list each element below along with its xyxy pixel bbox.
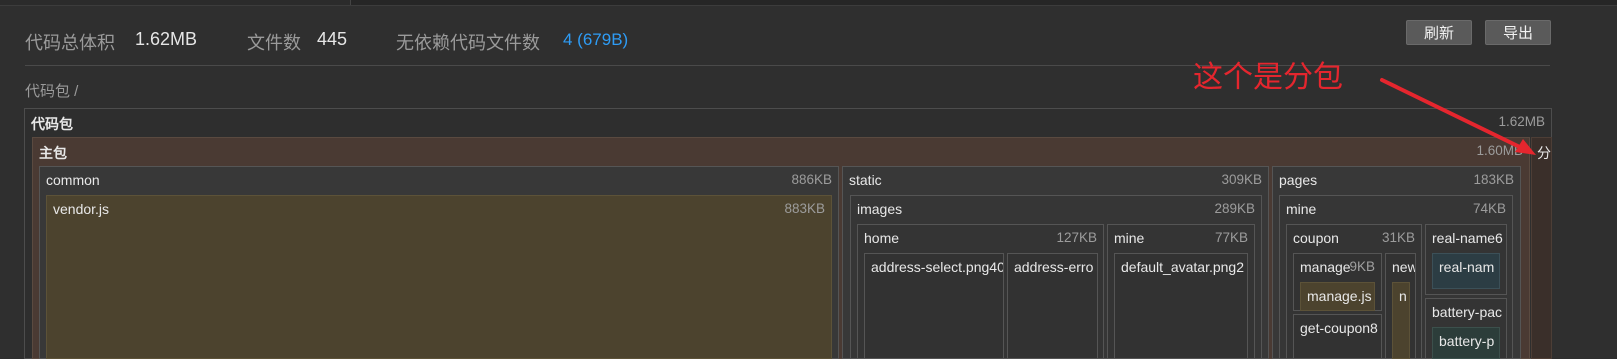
treemap-get-coupon[interactable]: get-coupon8 — [1293, 314, 1382, 359]
treemap-battery-child[interactable]: battery-p — [1432, 327, 1500, 359]
treemap-root-name: 代码包 — [31, 116, 73, 132]
treemap-default-avatar-png[interactable]: default_avatar.png2 — [1114, 253, 1248, 359]
images-name: images — [857, 201, 903, 217]
annotation-text: 这个是分包 — [1193, 61, 1343, 94]
battery-name: battery-pac — [1432, 304, 1503, 320]
static-mine-size: 77KB — [1214, 230, 1248, 245]
address-error-name: address-erro — [1014, 259, 1094, 275]
vendor-js-name: vendor.js — [53, 201, 110, 217]
pages-mine-name: mine — [1286, 201, 1317, 217]
manage-size: 9KB — [1349, 259, 1375, 274]
breadcrumb[interactable]: 代码包 / — [25, 80, 78, 101]
treemap-address-error-png[interactable]: address-erro — [1007, 253, 1098, 359]
static-mine-name: mine — [1114, 230, 1145, 246]
new-child-name: n — [1399, 288, 1407, 304]
pages-size: 183KB — [1473, 172, 1514, 187]
battery-child-name: battery-p — [1439, 333, 1495, 349]
static-size: 309KB — [1221, 172, 1262, 187]
no-dep-label: 无依赖代码文件数 — [396, 33, 540, 53]
pages-mine-size: 74KB — [1472, 201, 1506, 216]
refresh-button[interactable]: 刷新 — [1406, 20, 1472, 45]
get-coupon-name: get-coupon8 — [1300, 320, 1378, 336]
new-name: new — [1392, 259, 1416, 275]
annotation-arrow-icon — [1380, 78, 1536, 155]
treemap-vendor-js[interactable]: vendor.js 883KB — [46, 195, 832, 359]
no-dep-value-link[interactable]: 4 (679B) — [563, 30, 628, 50]
static-name: static — [849, 172, 882, 188]
manage-name: manage — [1300, 259, 1351, 275]
treemap-manage-js[interactable]: manage.js — [1300, 282, 1375, 311]
top-strip — [0, 0, 1617, 6]
pages-name: pages — [1279, 172, 1318, 188]
coupon-name: coupon — [1293, 230, 1339, 246]
common-size: 886KB — [791, 172, 832, 187]
file-count-label: 文件数 — [247, 33, 301, 53]
total-size-value: 1.62MB — [135, 29, 198, 49]
treemap-new-child[interactable]: n — [1392, 282, 1410, 359]
common-name: common — [46, 172, 100, 188]
total-size-label: 代码总体积 — [25, 33, 115, 53]
top-strip-segment — [0, 0, 351, 5]
home-size: 127KB — [1056, 230, 1097, 245]
vendor-js-size: 883KB — [784, 201, 825, 216]
real-name-child-name: real-nam — [1439, 259, 1495, 275]
export-button[interactable]: 导出 — [1485, 20, 1551, 45]
default-avatar-name: default_avatar.png2 — [1121, 259, 1244, 275]
real-name-name: real-name6 — [1432, 230, 1503, 246]
treemap-real-name-child[interactable]: real-nam — [1432, 253, 1500, 289]
treemap-subpackage[interactable]: 分 — [1531, 137, 1552, 359]
treemap-address-select-png[interactable]: address-select.png40 — [864, 253, 1004, 359]
images-size: 289KB — [1214, 201, 1255, 216]
file-count-value: 445 — [317, 29, 348, 49]
coupon-size: 31KB — [1381, 230, 1415, 245]
main-package-name: 主包 — [39, 145, 67, 161]
address-select-name: address-select.png40 — [871, 259, 1004, 275]
manage-js-name: manage.js — [1307, 288, 1372, 304]
home-name: home — [864, 230, 900, 246]
